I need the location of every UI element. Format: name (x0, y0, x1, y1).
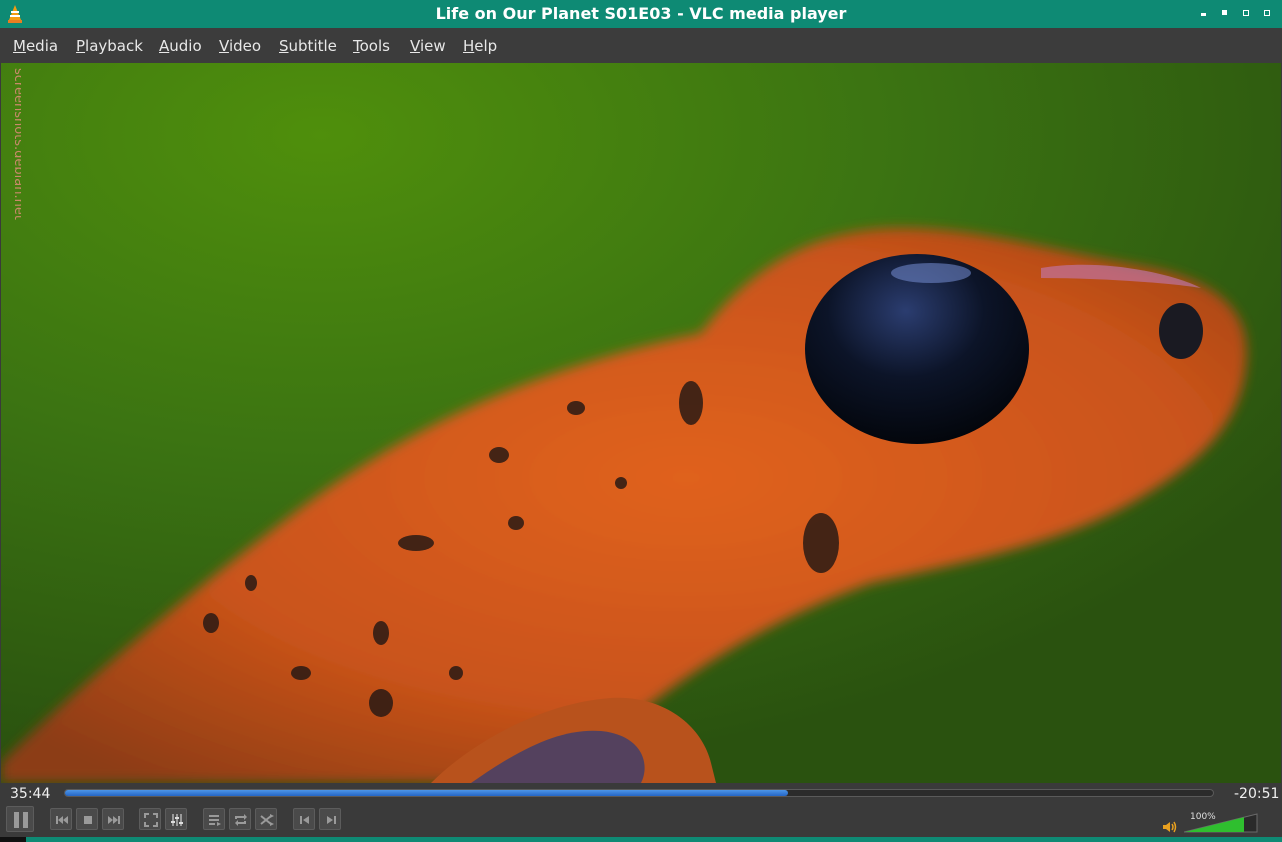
stop-button[interactable] (76, 808, 98, 830)
shuffle-button[interactable] (255, 808, 277, 830)
minimize-button[interactable] (1200, 8, 1210, 18)
speaker-icon[interactable] (1162, 819, 1178, 835)
watermark: screenshots.debian.net (11, 68, 21, 220)
restore-button[interactable] (1242, 8, 1252, 18)
stop-icon (84, 816, 92, 824)
menu-bar: Media Playback Audio Video Subtitle Tool… (0, 28, 1282, 63)
menu-subtitle[interactable]: Subtitle (279, 37, 337, 55)
frame-forward-button[interactable] (319, 808, 341, 830)
skip-back-icon (56, 816, 68, 824)
frame-back-button[interactable] (293, 808, 315, 830)
seek-progress (65, 790, 789, 796)
frog-image (1, 63, 1281, 783)
frame-back-icon (300, 816, 309, 824)
controls-panel: 35:44 -20:51 100% (0, 783, 1282, 842)
menu-playback[interactable]: Playback (76, 37, 143, 55)
window-title: Life on Our Planet S01E03 - VLC media pl… (435, 4, 847, 23)
remaining-time[interactable]: -20:51 (1234, 786, 1279, 802)
menu-tools[interactable]: Tools (353, 37, 390, 55)
shuffle-icon (260, 814, 274, 826)
watermark-text: screenshots.debian.net (11, 68, 21, 220)
maximize-button[interactable] (1221, 8, 1231, 18)
video-frame[interactable]: screenshots.debian.net (1, 63, 1281, 783)
loop-icon (235, 814, 247, 826)
menu-audio[interactable]: Audio (159, 37, 202, 55)
menu-media[interactable]: Media (13, 37, 58, 55)
skip-forward-icon (108, 816, 120, 824)
menu-view[interactable]: View (410, 37, 446, 55)
menu-help[interactable]: Help (463, 37, 497, 55)
seek-slider[interactable] (64, 789, 1214, 797)
frame-forward-icon (327, 816, 336, 824)
elapsed-time[interactable]: 35:44 (10, 786, 50, 802)
loop-button[interactable] (229, 808, 251, 830)
extended-settings-button[interactable] (165, 808, 187, 830)
bottom-border (0, 837, 1282, 842)
title-bar[interactable]: Life on Our Planet S01E03 - VLC media pl… (0, 0, 1282, 28)
playlist-icon (209, 815, 221, 826)
equalizer-icon (171, 814, 183, 826)
playlist-button[interactable] (203, 808, 225, 830)
fullscreen-button[interactable] (139, 808, 161, 830)
fullscreen-icon (144, 813, 158, 827)
close-button[interactable] (1263, 8, 1273, 18)
vlc-window: Life on Our Planet S01E03 - VLC media pl… (0, 0, 1282, 842)
menu-video[interactable]: Video (219, 37, 261, 55)
volume-slider[interactable] (1184, 813, 1258, 833)
next-button[interactable] (102, 808, 124, 830)
previous-button[interactable] (50, 808, 72, 830)
pause-button[interactable] (6, 806, 34, 832)
pause-icon (14, 812, 28, 828)
